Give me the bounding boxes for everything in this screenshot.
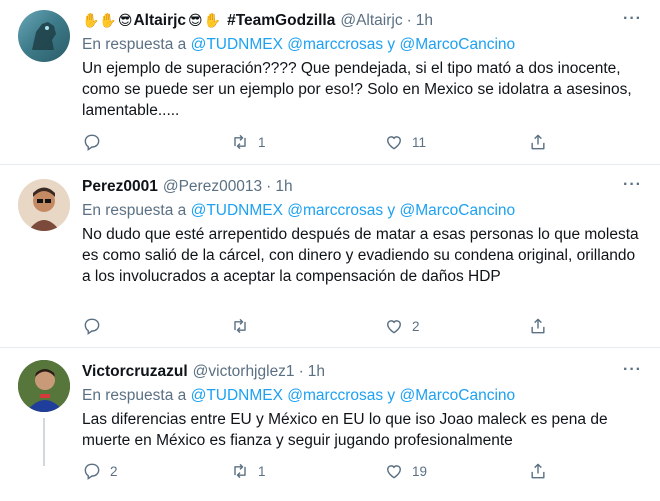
heart-icon: [387, 320, 401, 334]
share-icon: [531, 318, 545, 334]
display-name[interactable]: Victorcruzazul: [82, 363, 188, 381]
reply-context: En respuesta a @TUDNMEX @marccrosas y @M…: [82, 36, 642, 54]
timestamp[interactable]: 1h: [308, 363, 325, 381]
retweet-button[interactable]: [230, 316, 258, 336]
reply-joiner: y: [387, 202, 396, 219]
thread-line: [43, 418, 45, 466]
sunglasses-face-icon: 😎: [188, 13, 203, 29]
separator-dot: ·: [298, 363, 304, 380]
user-handle[interactable]: @victorhjglez1: [193, 363, 295, 381]
heart-icon: [387, 136, 401, 150]
user-handle[interactable]: @Perez00013: [163, 178, 262, 196]
mention-link[interactable]: @TUDNMEX: [191, 202, 283, 219]
retweet-icon: [234, 463, 246, 479]
share-button[interactable]: [528, 316, 548, 336]
tweet-header: Perez0001 @Perez00013 · 1h: [82, 176, 642, 198]
sunglasses-face-icon: 😎: [117, 13, 133, 29]
tweet-text: Las diferencias entre EU y México en EU …: [82, 411, 608, 449]
mention-link[interactable]: @marccrosas: [287, 36, 383, 53]
reply-button[interactable]: [82, 316, 110, 336]
share-icon: [531, 134, 545, 150]
mention-link[interactable]: @TUDNMEX: [191, 36, 283, 53]
reply-button[interactable]: [82, 132, 110, 152]
share-button[interactable]: [528, 132, 548, 152]
separator-dot: ·: [266, 178, 272, 195]
tweet[interactable]: ✋✋ 😎 Altairjc 😎 ✋ #TeamGodzilla @Altairj…: [0, 0, 660, 165]
mention-link[interactable]: @MarcoCancino: [399, 36, 515, 53]
display-name-prefix[interactable]: Altairjc: [133, 12, 186, 30]
reply-prefix: En respuesta a: [82, 202, 187, 219]
reply-joiner: y: [387, 387, 396, 404]
separator-dot: ·: [406, 12, 412, 29]
reply-context: En respuesta a @TUDNMEX @marccrosas y @M…: [82, 387, 642, 405]
mention-link[interactable]: @MarcoCancino: [399, 202, 515, 219]
more-options-icon[interactable]: ···: [623, 10, 642, 28]
reply-context: En respuesta a @TUDNMEX @marccrosas y @M…: [82, 202, 642, 220]
timestamp[interactable]: 1h: [416, 12, 433, 30]
mention-link[interactable]: @TUDNMEX: [191, 387, 283, 404]
retweet-icon: [234, 134, 246, 150]
like-button[interactable]: 11: [384, 132, 426, 152]
retweet-icon: [234, 318, 246, 334]
like-count: 19: [412, 463, 428, 479]
tweet[interactable]: Victorcruzazul @victorhjglez1 · 1h ··· E…: [0, 348, 660, 501]
avatar[interactable]: [18, 10, 70, 62]
reply-prefix: En respuesta a: [82, 387, 187, 404]
avatar[interactable]: [18, 179, 70, 231]
reply-joiner: y: [387, 36, 396, 53]
retweet-count: 1: [258, 463, 266, 479]
user-handle[interactable]: @Altairjc: [340, 12, 402, 30]
timestamp[interactable]: 1h: [275, 178, 292, 196]
reply-count: 2: [110, 463, 118, 479]
tweet-header: ✋✋ 😎 Altairjc 😎 ✋ #TeamGodzilla @Altairj…: [82, 10, 642, 32]
display-name[interactable]: #TeamGodzilla: [227, 12, 335, 30]
like-button[interactable]: 2: [384, 316, 420, 336]
tweet-header: Victorcruzazul @victorhjglez1 · 1h: [82, 361, 642, 383]
raised-hand-icon: ✋✋: [82, 13, 117, 29]
tweet-text: Un ejemplo de superación???? Que pendeja…: [82, 60, 632, 119]
share-icon: [531, 463, 545, 479]
mention-link[interactable]: @marccrosas: [287, 202, 383, 219]
like-count: 11: [412, 134, 427, 150]
mention-link[interactable]: @MarcoCancino: [399, 387, 515, 404]
reply-prefix: En respuesta a: [82, 36, 187, 53]
more-options-icon[interactable]: ···: [623, 176, 642, 194]
heart-icon: [387, 465, 401, 479]
reply-icon: [84, 318, 100, 335]
like-button[interactable]: 19: [384, 461, 427, 481]
tweet-text: No dudo que esté arrepentido después de …: [82, 226, 639, 285]
reply-icon: [84, 134, 100, 151]
like-count: 2: [412, 318, 420, 334]
raised-hand-icon: ✋: [203, 13, 222, 29]
retweet-button[interactable]: 1: [230, 132, 266, 152]
tweet[interactable]: Perez0001 @Perez00013 · 1h ··· En respue…: [0, 165, 660, 348]
reply-button[interactable]: 2: [82, 461, 118, 481]
retweet-count: 1: [258, 134, 266, 150]
share-button[interactable]: [528, 461, 548, 481]
retweet-button[interactable]: 1: [230, 461, 266, 481]
more-options-icon[interactable]: ···: [623, 361, 642, 379]
reply-icon: [84, 463, 100, 480]
mention-link[interactable]: @marccrosas: [287, 387, 383, 404]
display-name[interactable]: Perez0001: [82, 178, 158, 196]
avatar[interactable]: [18, 360, 70, 412]
